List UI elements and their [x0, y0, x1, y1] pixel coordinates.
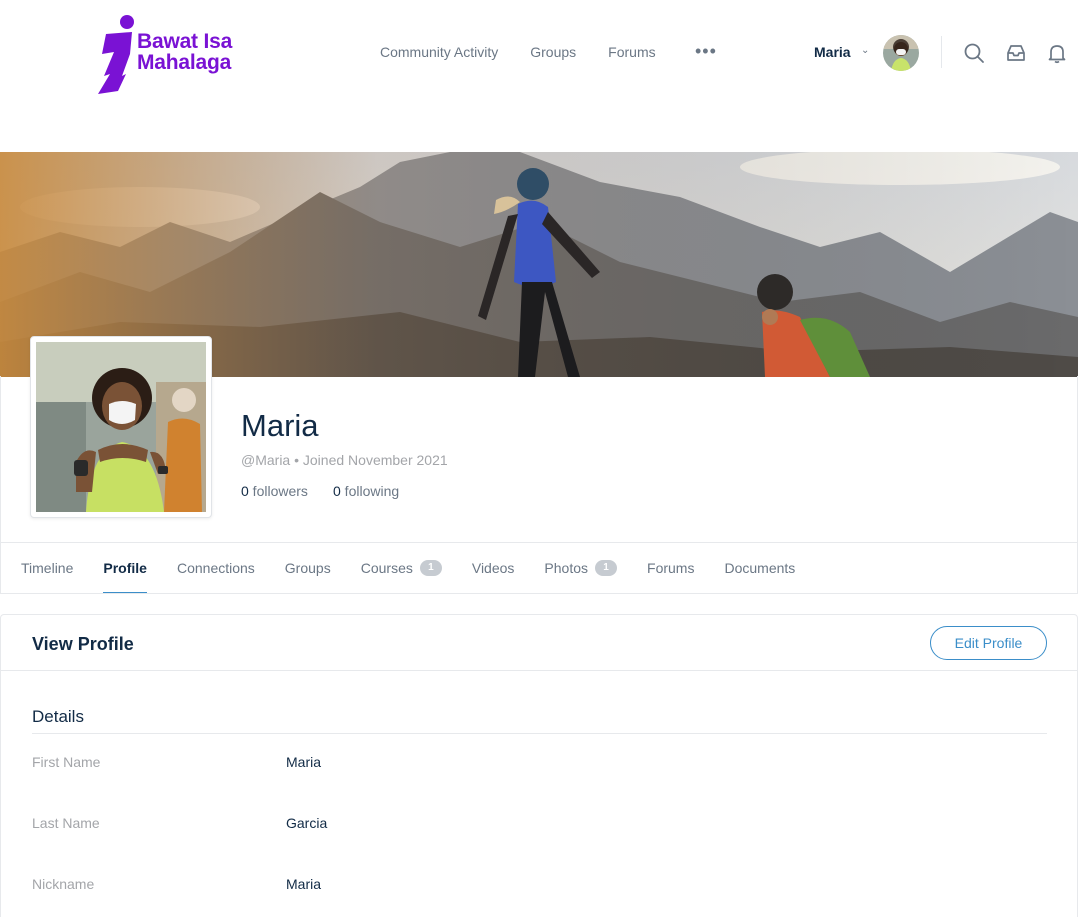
- tab-groups[interactable]: Groups: [285, 560, 331, 576]
- followers-label: followers: [248, 483, 308, 499]
- tab-label: Connections: [176, 560, 255, 576]
- tab-label: Videos: [471, 560, 515, 576]
- logo-line-2: Mahalaga: [137, 51, 232, 74]
- field-value-last-name: Garcia: [286, 815, 328, 831]
- tab-label: Courses: [360, 560, 413, 576]
- count-badge: 1: [419, 560, 442, 576]
- nav-community-activity[interactable]: Community Activity: [380, 44, 498, 60]
- tab-label: Forums: [647, 560, 695, 576]
- search-icon[interactable]: [963, 42, 985, 64]
- tab-timeline[interactable]: Timeline: [21, 560, 73, 576]
- logo-line-1: Bawat Isa: [137, 30, 233, 53]
- panel-divider: [1, 670, 1078, 671]
- tab-videos[interactable]: Videos: [472, 560, 515, 576]
- nav-forums[interactable]: Forums: [608, 44, 655, 60]
- nav-more-icon[interactable]: •••: [695, 41, 717, 62]
- tab-photos[interactable]: Photos 1: [544, 560, 618, 576]
- inbox-icon[interactable]: [1005, 42, 1027, 64]
- header-divider: [941, 36, 942, 68]
- details-divider: [32, 733, 1047, 734]
- followers-link[interactable]: 0 followers: [241, 483, 308, 499]
- field-value-nickname: Maria: [286, 876, 322, 892]
- details-heading: Details: [32, 707, 84, 726]
- chevron-down-icon[interactable]: ⌄: [861, 45, 869, 56]
- nav-groups[interactable]: Groups: [530, 44, 576, 60]
- tab-label: Photos: [544, 560, 589, 576]
- profile-display-name: Maria: [241, 408, 319, 443]
- view-profile-panel: View Profile Edit Profile Details First …: [0, 614, 1078, 917]
- following-link[interactable]: 0 following: [333, 483, 399, 499]
- tab-courses[interactable]: Courses 1: [361, 560, 442, 576]
- count-badge: 1: [595, 560, 618, 576]
- tab-forums[interactable]: Forums: [647, 560, 694, 576]
- profile-handle-joined: @Maria • Joined November 2021: [241, 452, 448, 468]
- followers-count: 0: [241, 483, 249, 499]
- profile-tabs: Timeline Profile Connections Groups Cour…: [21, 560, 825, 593]
- tab-documents[interactable]: Documents: [724, 560, 795, 576]
- tabs-divider: [0, 542, 1078, 543]
- tab-connections[interactable]: Connections: [177, 560, 255, 576]
- profile-avatar[interactable]: [30, 336, 212, 518]
- field-value-first-name: Maria: [286, 754, 322, 770]
- panel-title: View Profile: [32, 634, 134, 654]
- field-label-last-name: Last Name: [32, 815, 100, 831]
- user-avatar[interactable]: [883, 35, 919, 71]
- main-nav: Community Activity Groups Forums •••: [380, 41, 716, 61]
- tab-label: Profile: [103, 560, 147, 576]
- tab-label: Timeline: [21, 560, 74, 576]
- bell-icon[interactable]: [1046, 42, 1068, 64]
- logo-text: Bawat Isa Mahalaga: [137, 31, 232, 73]
- edit-profile-button[interactable]: Edit Profile: [930, 626, 1047, 660]
- tab-label: Documents: [724, 560, 796, 576]
- site-logo[interactable]: Bawat Isa Mahalaga: [96, 14, 256, 94]
- field-label-nickname: Nickname: [32, 876, 95, 892]
- user-menu-name[interactable]: Maria: [814, 44, 851, 60]
- field-label-first-name: First Name: [32, 754, 101, 770]
- following-count: 0: [333, 483, 341, 499]
- following-label: following: [340, 483, 400, 499]
- site-header: Bawat Isa Mahalaga Community Activity Gr…: [0, 0, 1078, 105]
- tab-profile[interactable]: Profile: [103, 560, 147, 593]
- tab-label: Groups: [284, 560, 331, 576]
